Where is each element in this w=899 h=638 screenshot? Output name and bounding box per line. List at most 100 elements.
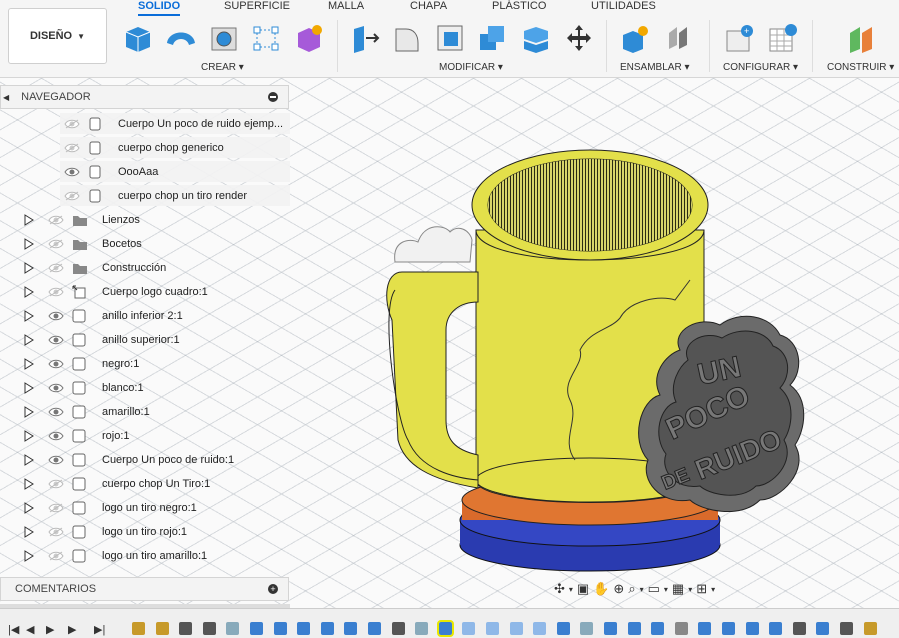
tree-item[interactable]: blanco:1 [0, 377, 250, 398]
tree-item[interactable]: Cuerpo logo cuadro:1 [0, 281, 250, 302]
create-form-icon[interactable] [293, 22, 325, 54]
tab-chapa[interactable]: CHAPA [410, 0, 447, 12]
tree-item[interactable]: rojo:1 [0, 425, 250, 446]
eye-hidden-icon[interactable] [64, 143, 80, 153]
zoom-window-icon[interactable]: ⌕ [628, 581, 635, 597]
revolve-icon[interactable] [509, 622, 523, 635]
eye-icon[interactable] [48, 335, 64, 345]
extrude-icon[interactable] [368, 622, 381, 635]
expand-triangle-icon[interactable] [24, 213, 34, 226]
expand-triangle-icon[interactable] [24, 261, 34, 274]
tree-item[interactable]: Cuerpo Un poco de ruido ejemp... [60, 113, 290, 134]
tab-superficie[interactable]: SUPERFICIE [224, 0, 290, 12]
extrude-icon[interactable] [436, 620, 454, 637]
eye-icon[interactable] [48, 455, 64, 465]
revolve-icon[interactable] [486, 622, 499, 635]
eye-icon[interactable] [64, 167, 80, 177]
tree-item[interactable]: logo un tiro rojo:1 [0, 521, 250, 542]
expand-triangle-icon[interactable] [24, 333, 34, 346]
expand-triangle-icon[interactable] [24, 477, 34, 490]
sketch-icon[interactable] [226, 622, 240, 635]
orbit-icon[interactable]: ✣ [554, 581, 565, 597]
expand-triangle-icon[interactable] [24, 357, 34, 370]
chevron-down-icon[interactable]: ▾ [664, 585, 668, 594]
look-at-icon[interactable]: ▣ [577, 581, 589, 597]
tree-item[interactable]: OooAaa [60, 161, 290, 182]
comments-panel[interactable]: COMENTARIOS + [0, 577, 289, 601]
tab-solido[interactable]: SOLIDO [138, 0, 181, 16]
extrude-icon[interactable] [297, 622, 311, 635]
tab-plastico[interactable]: PLÁSTICO [492, 0, 546, 12]
eye-hidden-icon[interactable] [64, 191, 80, 201]
expand-triangle-icon[interactable] [24, 429, 34, 442]
chevron-down-icon[interactable]: ▾ [640, 585, 644, 594]
extrude-icon[interactable] [320, 622, 334, 635]
eye-icon[interactable] [48, 407, 64, 417]
joint-icon[interactable] [674, 622, 688, 635]
sketch-icon[interactable] [580, 622, 594, 635]
tree-item[interactable]: cuerpo chop Un Tiro:1 [0, 473, 250, 494]
extrude-icon[interactable] [722, 622, 735, 635]
move-icon[interactable] [179, 622, 193, 635]
expand-triangle-icon[interactable] [24, 549, 34, 562]
eye-icon[interactable] [48, 311, 64, 321]
tree-item[interactable]: Construcción [0, 257, 250, 278]
expand-triangle-icon[interactable] [24, 405, 34, 418]
sketch-icon[interactable] [155, 622, 169, 635]
group-configurar[interactable]: CONFIGURAR ▾ [723, 62, 798, 73]
pattern-icon[interactable] [250, 22, 282, 54]
eye-hidden-icon[interactable] [48, 479, 64, 489]
pan-icon[interactable]: ✋ [593, 581, 609, 597]
extrude-icon[interactable] [745, 622, 759, 635]
expand-triangle-icon[interactable] [24, 525, 34, 538]
combine-icon[interactable] [698, 622, 712, 635]
display-settings-icon[interactable]: ▭ [648, 581, 660, 597]
revolve-icon[interactable] [533, 622, 547, 635]
zoom-icon[interactable]: ⊕ [613, 581, 624, 597]
expand-triangle-icon[interactable] [24, 309, 34, 322]
eye-hidden-icon[interactable] [48, 551, 64, 561]
expand-triangle-icon[interactable] [24, 237, 34, 250]
move-icon[interactable] [391, 622, 405, 635]
eye-hidden-icon[interactable] [48, 239, 64, 249]
eye-hidden-icon[interactable] [64, 119, 80, 129]
minimize-icon[interactable] [268, 92, 278, 102]
chevron-down-icon[interactable]: ▾ [711, 585, 715, 594]
combine-icon[interactable] [651, 622, 665, 635]
expand-triangle-icon[interactable] [24, 501, 34, 514]
collapse-triangle-icon[interactable]: ◀ [3, 93, 9, 102]
eye-icon[interactable] [48, 359, 64, 369]
expand-triangle-icon[interactable] [24, 381, 34, 394]
eye-icon[interactable] [48, 383, 64, 393]
go-to-start-icon[interactable]: |◀ [8, 623, 19, 636]
tree-item[interactable]: Lienzos [0, 209, 250, 230]
group-modificar[interactable]: MODIFICAR ▾ [439, 62, 503, 73]
workspace-dropdown[interactable]: DISEÑO ▼ [8, 8, 107, 64]
extrude-icon[interactable] [250, 622, 263, 635]
offset-face-icon[interactable] [520, 22, 552, 54]
press-pull-icon[interactable] [349, 22, 381, 54]
combine-icon[interactable] [627, 622, 641, 635]
sketch-icon[interactable] [132, 622, 145, 635]
eye-hidden-icon[interactable] [48, 527, 64, 537]
eye-hidden-icon[interactable] [48, 287, 64, 297]
move-icon[interactable] [840, 622, 853, 635]
tree-item[interactable]: logo un tiro negro:1 [0, 497, 250, 518]
tree-item[interactable]: anillo superior:1 [0, 329, 250, 350]
construct-plane-icon[interactable] [845, 22, 877, 54]
tree-item[interactable]: anillo inferior 2:1 [0, 305, 250, 326]
viewports-icon[interactable]: ⊞ [696, 581, 707, 597]
play-icon[interactable]: ▶ [46, 623, 54, 636]
expand-triangle-icon[interactable] [24, 453, 34, 466]
tree-item[interactable]: amarillo:1 [0, 401, 250, 422]
tree-item[interactable]: negro:1 [0, 353, 250, 374]
fillet-icon[interactable] [391, 22, 423, 54]
group-crear[interactable]: CREAR ▾ [201, 62, 244, 73]
step-forward-icon[interactable]: ▶ [68, 623, 76, 636]
move-icon[interactable] [202, 622, 216, 635]
group-ensamblar[interactable]: ENSAMBLAR ▾ [620, 62, 690, 73]
extrude-icon[interactable] [556, 622, 570, 635]
tree-item[interactable]: cuerpo chop un tiro render [60, 185, 290, 206]
combine-icon[interactable] [476, 22, 508, 54]
extrude-icon[interactable] [344, 622, 358, 635]
